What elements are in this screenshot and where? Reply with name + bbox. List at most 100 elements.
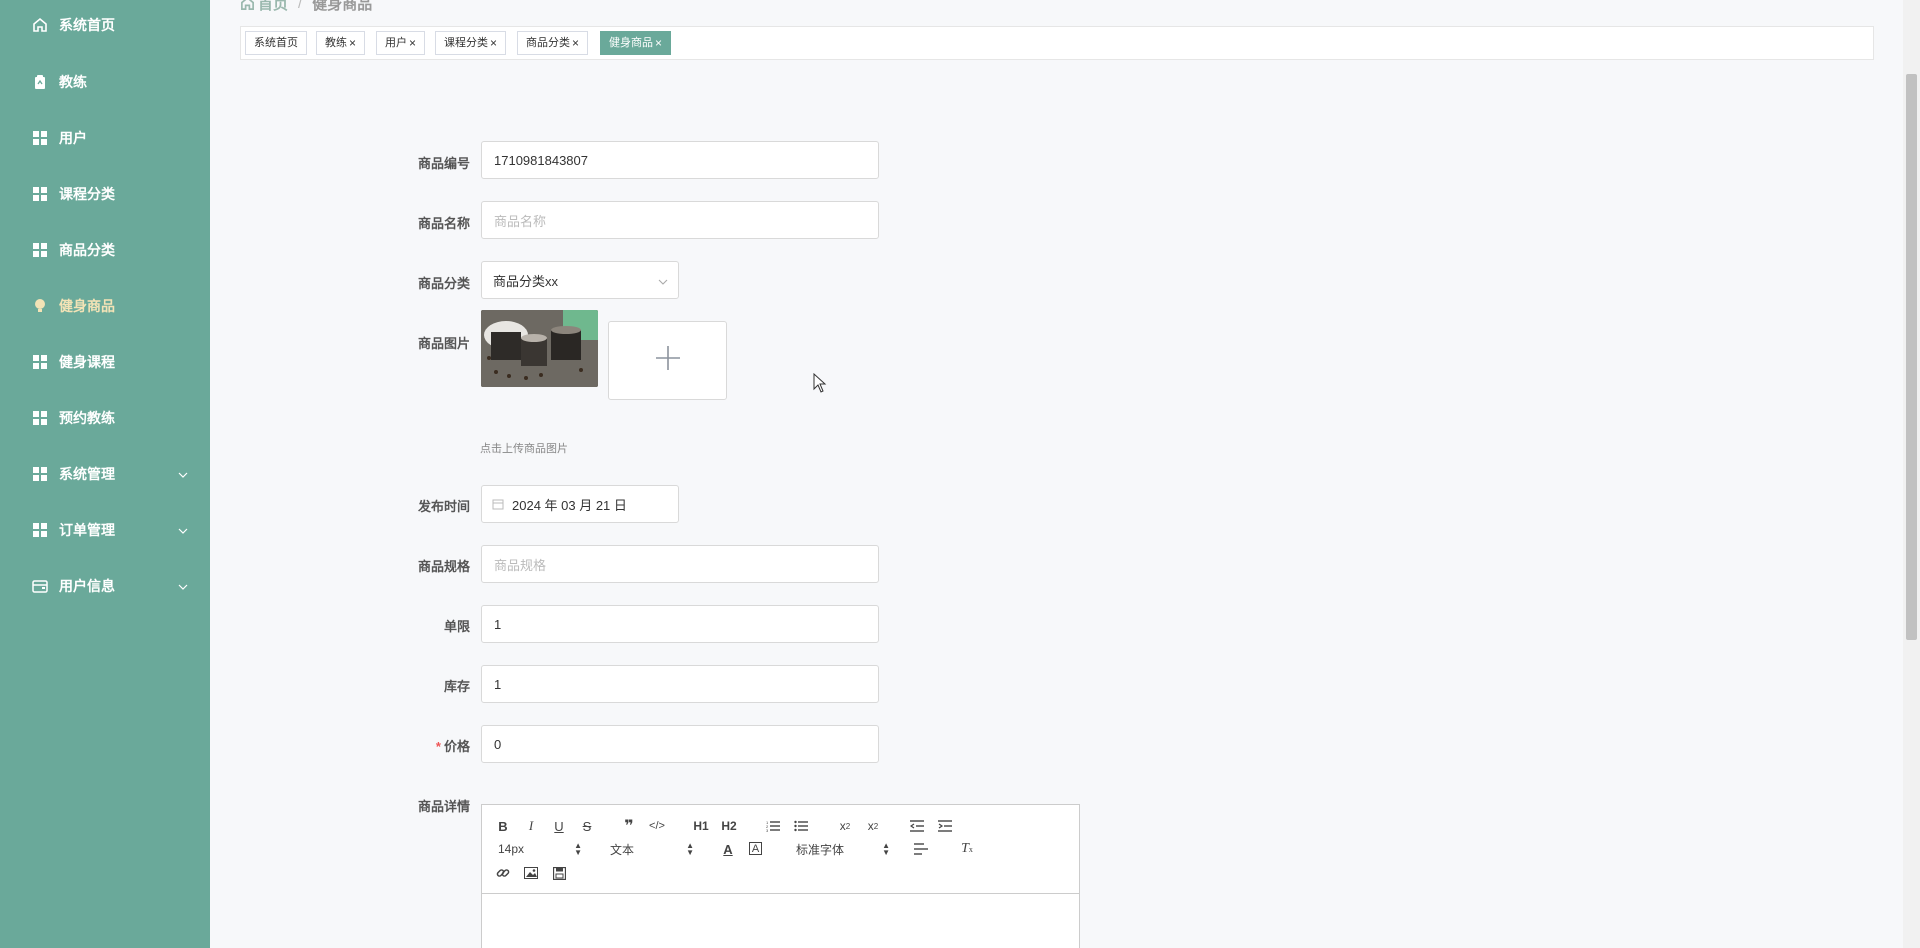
price-label: * 价格 [350,736,470,755]
blockquote-icon[interactable]: ❞ [618,817,640,835]
sidebar-item-user-info[interactable]: 用户信息 [0,566,210,606]
heading2-icon[interactable]: H2 [718,817,740,835]
sidebar-item-label: 健身课程 [59,354,115,370]
sidebar-item-fitness-products[interactable]: 健身商品 [0,286,210,326]
spec-field[interactable]: 商品规格 [481,545,879,583]
sidebar-item-fitness-courses[interactable]: 健身课程 [0,342,210,382]
limit-field[interactable]: 1 [481,605,879,643]
spec-label: 商品规格 [417,559,470,574]
chevron-down-icon [178,467,188,483]
wallet-icon [31,577,49,595]
superscript-icon[interactable]: x2 [862,817,884,835]
sidebar-item-label: 预约教练 [59,410,115,426]
block-type-value: 文本 [610,842,635,857]
sidebar-item-order-management[interactable]: 订单管理 [0,510,210,550]
close-icon[interactable]: × [490,32,497,54]
clear-format-icon[interactable]: Tx [956,840,978,858]
detail-label: 商品详情 [417,799,470,814]
video-icon[interactable] [548,864,570,882]
image-label: 商品图片 [417,336,470,351]
sidebar-item-users[interactable]: 用户 [0,118,210,158]
price-label-text: 价格 [443,739,470,754]
select-arrows-icon: ▲ ▼ [882,841,890,857]
chevron-down-icon [178,523,188,539]
upload-image-button[interactable] [608,321,727,400]
sidebar-item-label: 用户 [59,130,87,146]
bold-icon[interactable]: B [492,817,514,835]
close-icon[interactable]: × [572,32,579,54]
breadcrumb: 首页 / 健身商品 [240,0,372,14]
tag-label: 商品分类 [526,37,570,49]
sidebar-item-home[interactable]: 系统首页 [0,5,210,45]
sidebar-item-coach[interactable]: 教练 [0,62,210,102]
tag-coach[interactable]: 教练 × [316,31,366,55]
underline-icon[interactable]: U [548,817,570,835]
date-value: 2024 年 03 月 21 日 [512,497,627,513]
select-arrows-icon: ▲ ▼ [686,841,694,857]
tags-bar: 系统首页 教练 × 用户 × 课程分类 × 商品分类 × 健身商品 × [240,26,1874,60]
outdent-icon[interactable] [906,817,928,835]
breadcrumb-home[interactable]: 首页 [258,0,288,14]
font-family-value: 标准字体 [796,842,845,857]
grid-icon [31,129,49,147]
sidebar-item-system-management[interactable]: 系统管理 [0,454,210,494]
editor-toolbar: B I U S ❞ </> H1 H2 123 x2 x2 14px ▲ ▼ 文… [482,805,1079,894]
subscript-icon[interactable]: x2 [834,817,856,835]
strikethrough-icon[interactable]: S [576,817,598,835]
code-block-icon[interactable]: </> [646,817,668,835]
italic-icon[interactable]: I [520,817,542,835]
font-size-select[interactable]: 14px ▲ ▼ [498,840,582,858]
sidebar-item-label: 健身商品 [59,298,115,314]
grid-icon [31,409,49,427]
stock-label: 库存 [443,679,470,694]
upload-hint: 点击上传商品图片 [480,443,568,455]
category-select[interactable]: 商品分类xx [481,261,679,299]
close-icon[interactable]: × [409,32,416,54]
indent-icon[interactable] [934,817,956,835]
tag-users[interactable]: 用户 × [376,31,426,55]
grid-icon [31,185,49,203]
plus-icon [654,344,682,377]
font-family-select[interactable]: 标准字体 ▲ ▼ [796,840,890,858]
sidebar-item-label: 商品分类 [59,242,115,258]
code-field[interactable]: 1710981843807 [481,141,879,179]
product-image-thumbnail[interactable] [481,310,598,387]
date-label: 发布时间 [417,499,470,514]
heading1-icon[interactable]: H1 [690,817,712,835]
name-field[interactable]: 商品名称 [481,201,879,239]
tag-home[interactable]: 系统首页 [245,31,307,55]
breadcrumb-separator: / [298,0,303,12]
tag-label: 系统首页 [254,37,298,49]
category-label: 商品分类 [417,276,470,291]
close-icon[interactable]: × [655,32,662,54]
scrollbar-thumb[interactable] [1906,74,1917,640]
block-type-select[interactable]: 文本 ▲ ▼ [610,840,694,858]
calendar-icon [492,498,504,510]
sidebar-item-label: 教练 [59,74,87,90]
svg-text:3: 3 [766,828,769,832]
background-color-icon[interactable]: A [749,842,762,855]
home-icon [31,16,49,34]
price-field[interactable]: 0 [481,725,879,763]
tag-product-category[interactable]: 商品分类 × [517,31,589,55]
image-icon[interactable] [520,864,542,882]
sidebar-item-product-category[interactable]: 商品分类 [0,230,210,270]
sidebar-item-course-category[interactable]: 课程分类 [0,174,210,214]
ordered-list-icon[interactable]: 123 [762,817,784,835]
date-picker[interactable]: 2024 年 03 月 21 日 [481,485,679,523]
font-size-value: 14px [498,842,525,856]
tag-course-category[interactable]: 课程分类 × [435,31,507,55]
link-icon[interactable] [492,864,514,882]
close-icon[interactable]: × [349,32,356,54]
stock-field[interactable]: 1 [481,665,879,703]
align-left-icon[interactable] [910,840,932,858]
sidebar-item-book-coach[interactable]: 预约教练 [0,398,210,438]
tag-fitness-products[interactable]: 健身商品 × [600,31,672,55]
grid-icon [31,241,49,259]
page-scrollbar[interactable] [1903,0,1920,948]
bullet-list-icon[interactable] [790,817,812,835]
name-label: 商品名称 [417,216,470,231]
sidebar: 系统首页 教练 用户 课程分类 商品分类 健身商品 健身课程 预约教练 系统管理… [0,0,210,948]
lightbulb-icon [31,297,49,315]
font-color-icon[interactable]: A [717,840,739,858]
